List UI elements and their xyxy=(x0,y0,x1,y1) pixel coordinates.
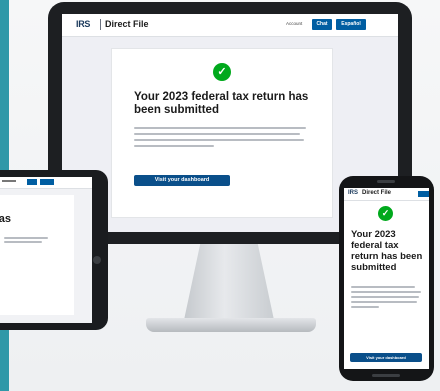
phone-home-indicator xyxy=(372,374,400,377)
product-name: Direct File xyxy=(105,19,149,29)
product-name: Direct File xyxy=(362,190,392,196)
espanol-button[interactable] xyxy=(40,179,54,185)
espanol-button[interactable]: Español xyxy=(336,19,366,30)
body-text-line xyxy=(4,237,48,239)
body-text-line xyxy=(134,127,306,129)
check-circle-icon: ✓ xyxy=(378,206,393,221)
body-text-line xyxy=(134,133,300,135)
body-text-line xyxy=(351,301,417,303)
tablet-home-button[interactable] xyxy=(93,256,101,264)
tablet-device: has xyxy=(0,170,108,330)
body-text-line xyxy=(351,286,415,288)
confirmation-title: Your 2023 federal tax return has been su… xyxy=(351,229,423,273)
phone-speaker xyxy=(377,180,395,183)
body-text-line xyxy=(351,296,419,298)
check-circle-icon: ✓ xyxy=(213,63,231,81)
phone-header: IRS Direct File xyxy=(344,188,429,201)
phone-device: IRS Direct File ✓ Your 2023 federal tax … xyxy=(339,176,434,381)
logo-divider xyxy=(100,19,101,30)
irs-logo: IRS xyxy=(348,190,359,196)
confirmation-title: Your 2023 federal tax return has been su… xyxy=(134,91,309,116)
phone-screen: IRS Direct File ✓ Your 2023 federal tax … xyxy=(344,188,429,369)
app-header: IRS Direct File Account Chat Español xyxy=(62,14,398,37)
menu-button[interactable] xyxy=(418,191,429,197)
tablet-card: has xyxy=(0,195,74,315)
body-text-line xyxy=(351,291,421,293)
monitor-base xyxy=(146,318,316,332)
body-text-line xyxy=(351,306,379,308)
chat-button[interactable]: Chat xyxy=(312,19,332,30)
irs-logo: IRS xyxy=(76,19,91,29)
visit-dashboard-button[interactable]: Visit your dashboard xyxy=(134,175,230,186)
account-link[interactable] xyxy=(2,180,16,182)
chat-button[interactable] xyxy=(27,179,37,185)
tablet-header xyxy=(0,177,92,189)
body-text-line xyxy=(134,145,214,147)
confirmation-card: ✓ Your 2023 federal tax return has been … xyxy=(111,48,333,218)
body-text-line xyxy=(134,139,304,141)
tablet-screen: has xyxy=(0,177,92,323)
body-text-line xyxy=(4,241,42,243)
confirmation-title-fragment: has xyxy=(0,213,11,225)
visit-dashboard-button[interactable]: Visit your dashboard xyxy=(350,353,422,362)
account-link[interactable]: Account xyxy=(286,21,302,26)
